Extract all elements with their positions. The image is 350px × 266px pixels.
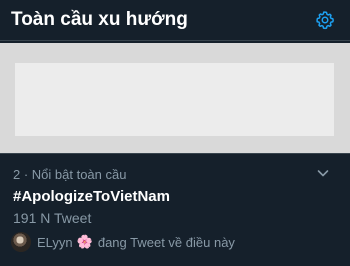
avatar xyxy=(11,232,31,252)
promo-banner-area xyxy=(0,43,350,153)
gear-icon[interactable] xyxy=(314,9,336,31)
promo-banner-placeholder xyxy=(15,63,334,136)
chevron-down-icon[interactable] xyxy=(314,164,332,182)
divider xyxy=(0,153,350,154)
trend-hashtag[interactable]: #ApologizeToVietNam xyxy=(13,188,170,205)
trend-meta: 2 · Nổi bật toàn cầu xyxy=(13,167,127,182)
trend-context: ELyyn 🌸 đang Tweet về điều này xyxy=(11,231,235,253)
trends-header: Toàn cầu xu hướng xyxy=(0,0,350,41)
trend-tweet-count: 191 N Tweet xyxy=(13,210,92,226)
trends-title: Toàn cầu xu hướng xyxy=(11,9,188,30)
trend-item[interactable]: 2 · Nổi bật toàn cầu #ApologizeToVietNam… xyxy=(0,155,350,266)
flower-emoji: 🌸 xyxy=(76,234,93,249)
context-text: đang Tweet về điều này xyxy=(97,234,235,250)
trends-card: Toàn cầu xu hướng 2 · Nổi bật toàn cầu #… xyxy=(0,0,350,266)
context-user: ELyyn xyxy=(37,234,73,250)
